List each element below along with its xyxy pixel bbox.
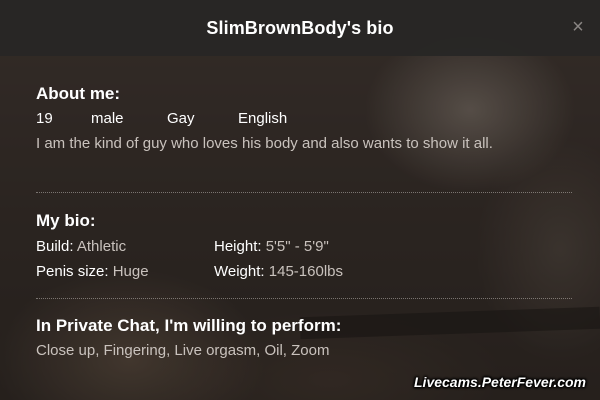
- build-value: Athletic: [76, 238, 127, 255]
- about-section: About me:: [36, 84, 120, 104]
- height-value: 5'5" - 5'9": [265, 238, 329, 255]
- dialog-titlebar: SlimBrownBody's bio ×: [0, 0, 600, 56]
- section-divider: [36, 192, 572, 193]
- age-value: 19: [36, 110, 53, 127]
- weight-label: Weight: [214, 263, 261, 280]
- about-heading: About me:: [36, 84, 121, 103]
- site-watermark: Livecams.PeterFever.com: [414, 374, 586, 390]
- bio-heading: My bio:: [36, 211, 96, 230]
- weight-value: 145-160lbs: [268, 263, 343, 280]
- gender-value: male: [91, 110, 124, 127]
- orientation-value: Gay: [167, 110, 195, 127]
- close-icon[interactable]: ×: [568, 16, 588, 38]
- dialog-overlay: [0, 0, 600, 400]
- about-description: I am the kind of guy who loves his body …: [36, 135, 493, 152]
- private-chat-list: Close up, Fingering, Live orgasm, Oil, Z…: [36, 342, 330, 359]
- section-divider: [36, 298, 572, 299]
- weight-field: Weight: 145-160lbs: [214, 263, 343, 280]
- language-value: English: [238, 110, 288, 127]
- height-label: Height: [214, 238, 258, 255]
- build-field: Build: Athletic: [36, 238, 127, 255]
- penis-size-field: Penis size: Huge: [36, 263, 149, 280]
- about-meta-row: 19 male Gay English: [36, 110, 556, 130]
- penis-size-value: Huge: [112, 263, 149, 280]
- private-chat-heading: In Private Chat, I'm willing to perform:: [36, 316, 342, 335]
- build-label: Build: [36, 238, 70, 255]
- height-field: Height: 5'5" - 5'9": [214, 238, 329, 255]
- penis-size-label: Penis size: [36, 263, 105, 280]
- dialog-title: SlimBrownBody's bio: [206, 17, 394, 38]
